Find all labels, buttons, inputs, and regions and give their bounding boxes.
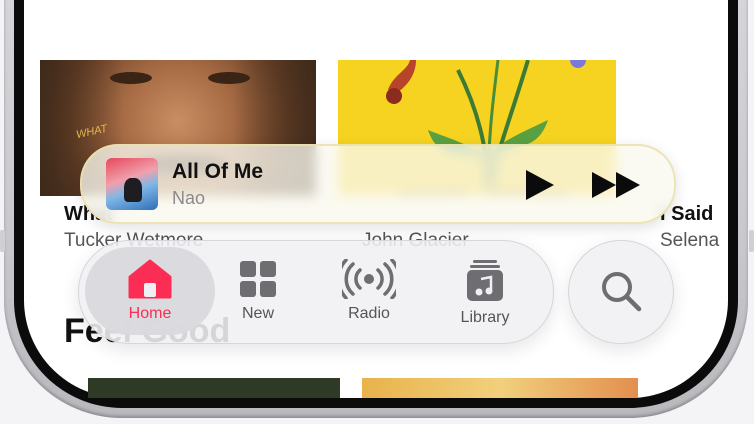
mini-player[interactable]: All Of Me Nao [80,144,676,224]
grid-icon [240,261,276,297]
library-icon [467,260,503,301]
tab-radio[interactable]: Radio [319,259,419,323]
tab-home[interactable]: Home [100,259,200,323]
tab-library[interactable]: Library [435,259,535,327]
album-art-row2-right[interactable] [362,378,638,398]
album-artist-3[interactable]: Selena [660,230,719,252]
fast-forward-icon[interactable] [590,168,642,202]
house-icon [128,259,172,299]
radio-icon [342,259,396,299]
now-playing-artwork[interactable] [106,158,158,210]
tab-radio-label: Radio [348,305,390,322]
side-button-left [0,230,5,252]
tab-new-label: New [241,305,274,322]
search-icon [602,272,642,312]
album-art-row2-left[interactable] [88,378,340,398]
play-icon[interactable] [522,168,556,202]
art-eye-left [110,72,152,84]
tab-bar: Home New Radio Library [78,240,554,344]
tab-library-label: Library [460,309,510,326]
now-playing-artist[interactable]: Nao [172,188,205,209]
tab-new[interactable]: New [208,259,308,323]
search-button[interactable] [568,240,674,344]
now-playing-title[interactable]: All Of Me [172,160,263,184]
art-eye-right [208,72,250,84]
tab-home-label: Home [128,305,172,322]
side-button-right [749,230,754,252]
